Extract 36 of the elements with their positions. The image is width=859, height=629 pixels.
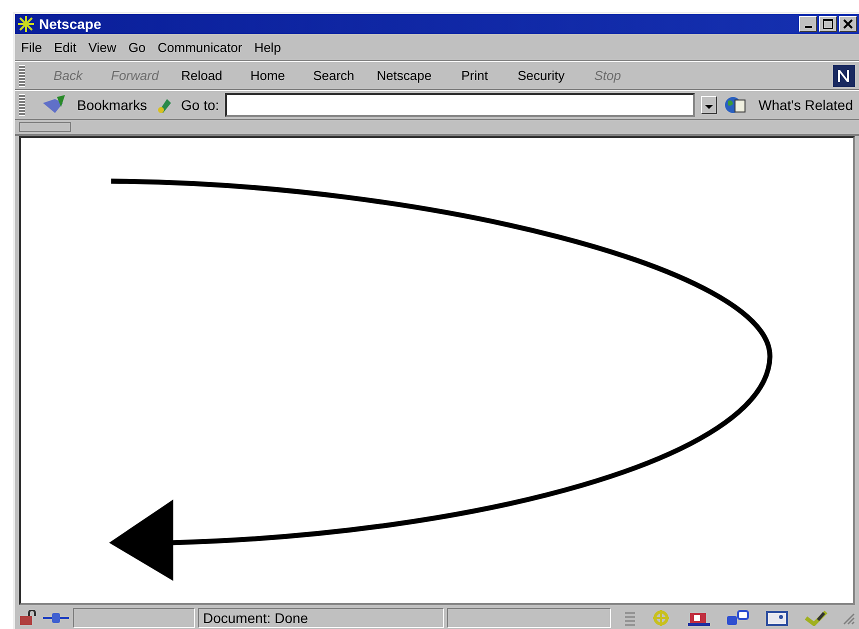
minimize-button[interactable] [799,16,817,32]
chat-icon[interactable] [726,610,750,626]
caret-icon [704,104,714,110]
menu-item[interactable]: File [21,40,42,54]
toolbar-button[interactable]: Reload [168,64,235,87]
connection-icon [42,610,70,626]
address-card-icon[interactable] [766,610,788,626]
goto-label: Go to: [181,97,220,113]
toolbar-button[interactable]: Security [508,64,575,87]
maximize-button[interactable] [819,16,837,32]
toolbar-button[interactable]: Print [442,64,508,87]
toolbar-button[interactable]: Netscape [366,64,442,87]
bookmarks-button[interactable]: Bookmarks [75,95,150,115]
close-icon [843,19,853,29]
toolbar-button[interactable]: Search [300,64,367,87]
menu-item[interactable]: View [88,40,116,54]
toolbar-grip[interactable] [19,94,25,116]
toolbar-button[interactable]: Home [234,64,301,87]
location-field[interactable] [225,93,694,117]
minimize-icon [804,26,812,28]
whats-related-button[interactable]: What's Related [756,95,855,115]
window-title: Netscape [39,16,102,32]
lock-icon[interactable] [19,610,39,626]
menu-item[interactable]: Help [254,40,281,54]
status-text: Document: Done [198,608,444,628]
resize-grip-icon[interactable] [841,611,855,625]
toolbar-grip[interactable] [19,64,25,86]
dropdown-button[interactable] [700,96,716,114]
close-button[interactable] [839,16,857,32]
starburst-icon [17,16,35,32]
menu-item[interactable]: Edit [54,40,76,54]
list-icon [624,610,636,626]
maximize-icon [823,19,833,29]
mail-icon[interactable] [688,610,710,626]
menu-item[interactable]: Go [128,40,146,54]
menu-item[interactable]: Communicator [158,40,242,54]
